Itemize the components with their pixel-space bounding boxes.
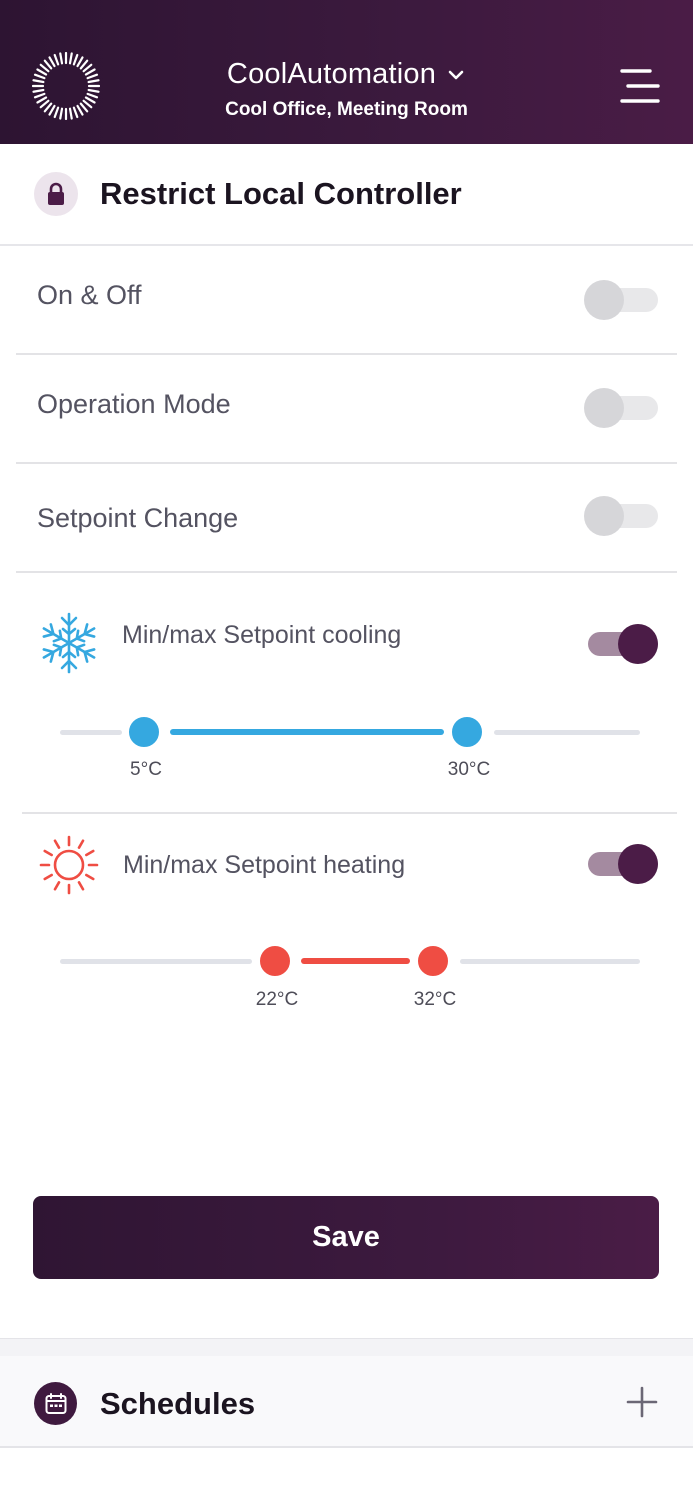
toggle-knob — [584, 388, 624, 428]
section-title: Restrict Local Controller — [100, 176, 462, 211]
on-off-toggle[interactable] — [584, 280, 658, 320]
toggle-knob — [618, 624, 658, 664]
cooling-min-value: 5°C — [130, 759, 162, 780]
heating-max-thumb[interactable] — [415, 943, 451, 979]
site-selector[interactable]: CoolAutomation — [227, 58, 466, 91]
chevron-down-icon — [448, 70, 464, 79]
sun-icon — [39, 835, 99, 895]
slider-rail-left — [60, 730, 122, 735]
restrict-row-on-off: On & Off — [16, 246, 677, 355]
lock-badge — [34, 172, 78, 216]
restrict-row-setpoint-change: Setpoint Change — [16, 464, 677, 573]
sun-ray — [77, 881, 85, 891]
heating-setpoint-row: Min/max Setpoint heating 22°C 32°C — [22, 814, 677, 1044]
slider-rail-left — [60, 959, 252, 964]
slider-fill — [301, 958, 410, 964]
schedules-section-header[interactable]: Schedules — [0, 1356, 693, 1448]
toggle-knob — [584, 496, 624, 536]
heating-label: Min/max Setpoint heating — [123, 851, 406, 879]
section-divider — [0, 1338, 693, 1356]
slider-rail-right — [494, 730, 640, 735]
restrict-section-header: Restrict Local Controller — [0, 144, 693, 246]
sun-ray — [77, 839, 85, 849]
cooling-label: Min/max Setpoint cooling — [122, 621, 402, 649]
location-subtitle: Cool Office, Meeting Room — [225, 99, 468, 120]
heating-max-value: 32°C — [413, 989, 457, 1010]
restrict-row-operation-mode: Operation Mode — [16, 355, 677, 464]
calendar-icon — [45, 1392, 66, 1414]
hamburger-menu-icon[interactable] — [618, 66, 662, 106]
heating-range-slider[interactable] — [60, 941, 642, 981]
snowflake-icon — [40, 612, 98, 674]
toggle-knob — [584, 280, 624, 320]
heating-min-value: 22°C — [255, 989, 299, 1010]
calendar-badge — [34, 1382, 77, 1425]
row-label: Operation Mode — [37, 389, 231, 419]
header-title-group[interactable]: CoolAutomation Cool Office, Meeting Room — [0, 58, 693, 121]
row-label: On & Off — [37, 280, 142, 310]
sun-ray — [53, 839, 61, 849]
cooling-toggle[interactable] — [584, 624, 658, 664]
row-label: Setpoint Change — [37, 503, 239, 533]
setpoint-change-toggle[interactable] — [584, 496, 658, 536]
sun-ray — [85, 873, 95, 881]
sun-ray — [53, 881, 61, 891]
sun-ray — [43, 873, 53, 881]
sun-ray — [43, 849, 53, 857]
plus-icon[interactable] — [626, 1386, 658, 1418]
schedules-title: Schedules — [100, 1386, 256, 1421]
heating-toggle[interactable] — [584, 844, 658, 884]
toggle-knob — [618, 844, 658, 884]
cooling-range-slider[interactable] — [60, 712, 642, 752]
app-title: CoolAutomation — [226, 58, 437, 90]
operation-mode-toggle[interactable] — [584, 388, 658, 428]
heating-min-thumb[interactable] — [257, 943, 293, 979]
slider-rail-right — [460, 959, 640, 964]
cooling-setpoint-row: Min/max Setpoint cooling 5°C 30°C — [22, 573, 677, 814]
lock-icon — [48, 182, 64, 205]
sun-ray — [85, 849, 95, 857]
app-header: CoolAutomation Cool Office, Meeting Room — [0, 0, 693, 144]
save-button[interactable]: Save — [33, 1196, 659, 1279]
slider-fill — [170, 729, 444, 735]
cooling-max-thumb[interactable] — [449, 714, 485, 750]
cooling-min-thumb[interactable] — [126, 714, 162, 750]
cooling-max-value: 30°C — [447, 759, 491, 780]
